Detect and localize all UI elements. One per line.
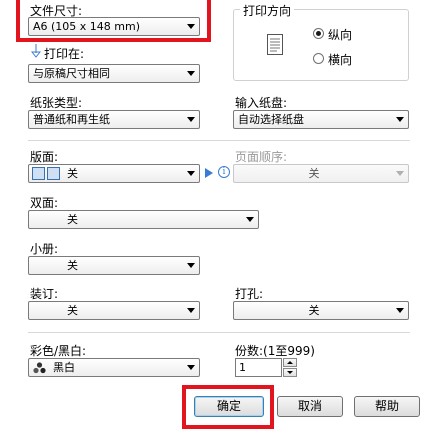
paper-size-highlight <box>16 0 211 42</box>
black-white-icon <box>33 362 46 374</box>
orientation-group <box>233 9 409 81</box>
staple-value: 关 <box>67 304 78 317</box>
landscape-radio[interactable] <box>313 53 324 64</box>
copies-up-button[interactable] <box>283 358 297 367</box>
layout-select[interactable]: 关 <box>28 164 200 183</box>
duplex-select[interactable]: 关 <box>28 210 259 229</box>
divider <box>28 140 410 141</box>
copies-label: 份数:(1至999) <box>235 344 315 358</box>
print-on-value: 与原稿尺寸相同 <box>33 67 110 80</box>
input-tray-value: 自动选择纸盘 <box>238 113 304 126</box>
cancel-button[interactable]: 取消 <box>277 396 343 417</box>
help-button[interactable]: 帮助 <box>354 396 420 417</box>
staple-select[interactable]: 关 <box>28 301 200 320</box>
page-order-label: 页面顺序: <box>235 150 288 164</box>
portrait-page-icon <box>267 34 283 55</box>
chevron-down-icon <box>187 365 195 370</box>
paper-type-value: 普通纸和再生纸 <box>33 113 110 126</box>
chevron-down-icon <box>187 263 195 268</box>
copies-input[interactable]: 1 <box>235 358 282 377</box>
caret-up-icon <box>287 361 293 364</box>
chevron-down-icon <box>396 117 404 122</box>
color-mode-value: 黑白 <box>53 361 75 374</box>
paper-type-select[interactable]: 普通纸和再生纸 <box>28 110 200 129</box>
portrait-radio[interactable] <box>313 28 324 39</box>
divider <box>28 332 410 333</box>
color-mode-select[interactable]: 黑白 <box>28 358 200 377</box>
play-arrow-icon <box>205 168 213 178</box>
booklet-label: 小册: <box>30 242 59 256</box>
copies-value: 1 <box>239 361 246 374</box>
page-order-select: 关 <box>233 164 409 183</box>
landscape-label: 横向 <box>328 53 353 67</box>
booklet-value: 关 <box>67 259 78 272</box>
punch-select[interactable]: 关 <box>233 301 409 320</box>
paper-type-label: 纸张类型: <box>30 96 83 110</box>
chevron-down-icon <box>396 308 404 313</box>
orientation-title: 打印方向 <box>240 2 295 19</box>
punch-value: 关 <box>308 304 320 317</box>
duplex-label: 双面: <box>30 196 59 210</box>
chevron-down-icon <box>187 71 195 76</box>
chevron-down-icon <box>396 171 404 176</box>
layout-page-icon <box>47 167 60 180</box>
booklet-select[interactable]: 关 <box>28 256 200 275</box>
duplex-value: 关 <box>67 213 78 226</box>
chevron-down-icon <box>187 117 195 122</box>
print-on-select[interactable]: 与原稿尺寸相同 <box>28 64 200 83</box>
layout-page-icon <box>32 167 45 180</box>
down-arrow-icon <box>30 44 42 58</box>
layout-label: 版面: <box>30 150 59 164</box>
info-icon[interactable]: i <box>218 166 230 178</box>
color-mode-label: 彩色/黑白: <box>30 344 87 358</box>
chevron-down-icon <box>246 217 254 222</box>
copies-down-button[interactable] <box>283 368 297 377</box>
portrait-label: 纵向 <box>328 28 353 42</box>
caret-down-icon <box>287 371 293 374</box>
chevron-down-icon <box>187 308 195 313</box>
print-on-label: 打印在: <box>44 47 85 61</box>
staple-label: 装订: <box>30 287 59 301</box>
ok-button-highlight <box>182 385 274 429</box>
layout-value: 关 <box>67 167 78 180</box>
page-order-value: 关 <box>308 167 320 180</box>
input-tray-label: 输入纸盘: <box>235 96 288 110</box>
input-tray-select[interactable]: 自动选择纸盘 <box>233 110 409 129</box>
chevron-down-icon <box>187 171 195 176</box>
punch-label: 打孔: <box>235 287 264 301</box>
